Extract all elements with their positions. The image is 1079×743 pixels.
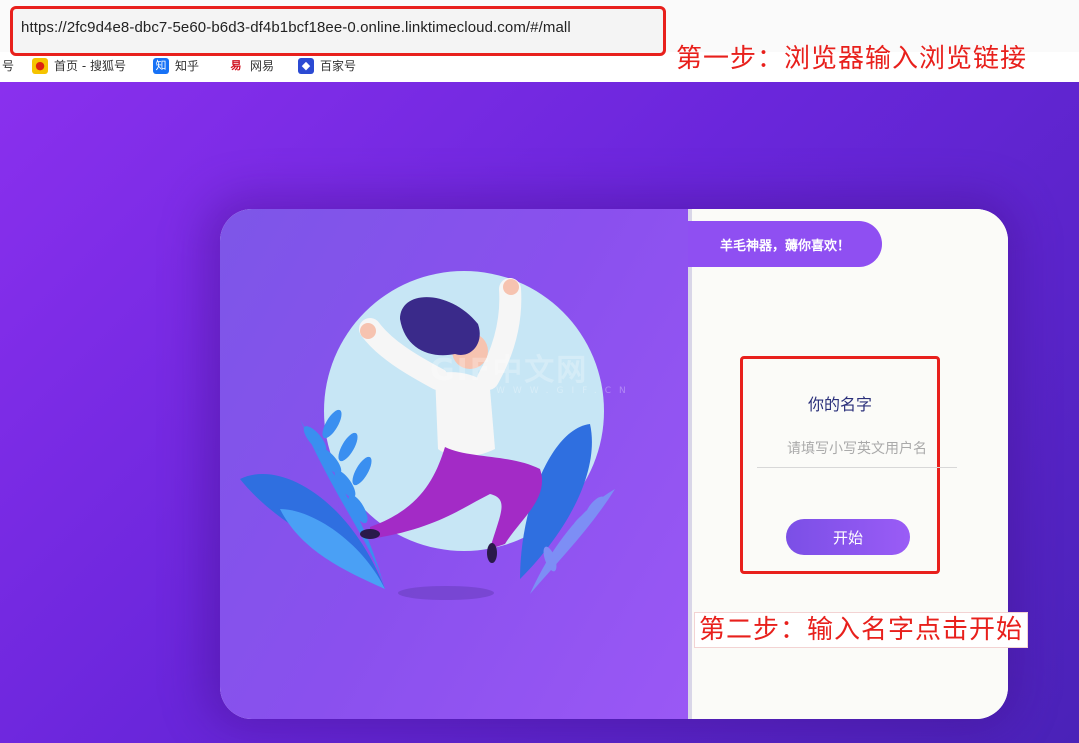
bookmark-label: 首页 - 搜狐号 <box>54 59 126 73</box>
url-bar[interactable]: https://2fc9d4e8-dbc7-5e60-b6d3-df4b1bcf… <box>10 6 666 56</box>
start-button[interactable]: 开始 <box>786 519 910 555</box>
watermark-subtext: WWW.GIF.CN <box>496 386 634 396</box>
bookmark-partial[interactable]: 号 <box>2 57 14 74</box>
dancing-woman-illustration <box>240 271 615 600</box>
sohu-icon: ● <box>32 57 48 74</box>
bookmark-sohu[interactable]: ● 首页 - 搜狐号 <box>32 57 126 74</box>
step2-annotation: 第二步：输入名字点击开始 <box>694 612 1029 648</box>
zhihu-icon: 知 <box>153 57 169 74</box>
name-form-highlight: 你的名字 开始 <box>740 356 957 574</box>
bookmark-label: 号 <box>2 59 15 73</box>
browser-chrome: https://2fc9d4e8-dbc7-5e60-b6d3-df4b1bcf… <box>0 0 1079 82</box>
bookmark-netease[interactable]: 易 网易 <box>228 57 275 74</box>
name-label: 你的名字 <box>807 395 872 414</box>
url-text[interactable]: https://2fc9d4e8-dbc7-5e60-b6d3-df4b1bcf… <box>21 19 571 36</box>
bookmark-zhihu[interactable]: 知 知乎 <box>153 57 199 74</box>
slogan-badge: 羊毛神器，薅你喜欢！ <box>688 221 882 267</box>
bookmarks-bar: 号 ● 首页 - 搜狐号 知 知乎 易 网易 ◆ 百家号 <box>0 52 660 80</box>
illustration-panel <box>220 209 688 719</box>
baijiahao-icon: ◆ <box>298 57 314 74</box>
bookmark-label: 知乎 <box>175 59 200 73</box>
bookmark-label: 百家号 <box>320 59 357 73</box>
bookmark-label: 网易 <box>250 59 275 73</box>
step1-annotation: 第一步：浏览器输入浏览链接 <box>676 44 1028 74</box>
watermark-text: GIF中文网 <box>430 353 589 388</box>
username-input[interactable] <box>757 431 957 468</box>
bookmark-baijiahao[interactable]: ◆ 百家号 <box>298 57 356 74</box>
netease-icon: 易 <box>230 58 242 72</box>
